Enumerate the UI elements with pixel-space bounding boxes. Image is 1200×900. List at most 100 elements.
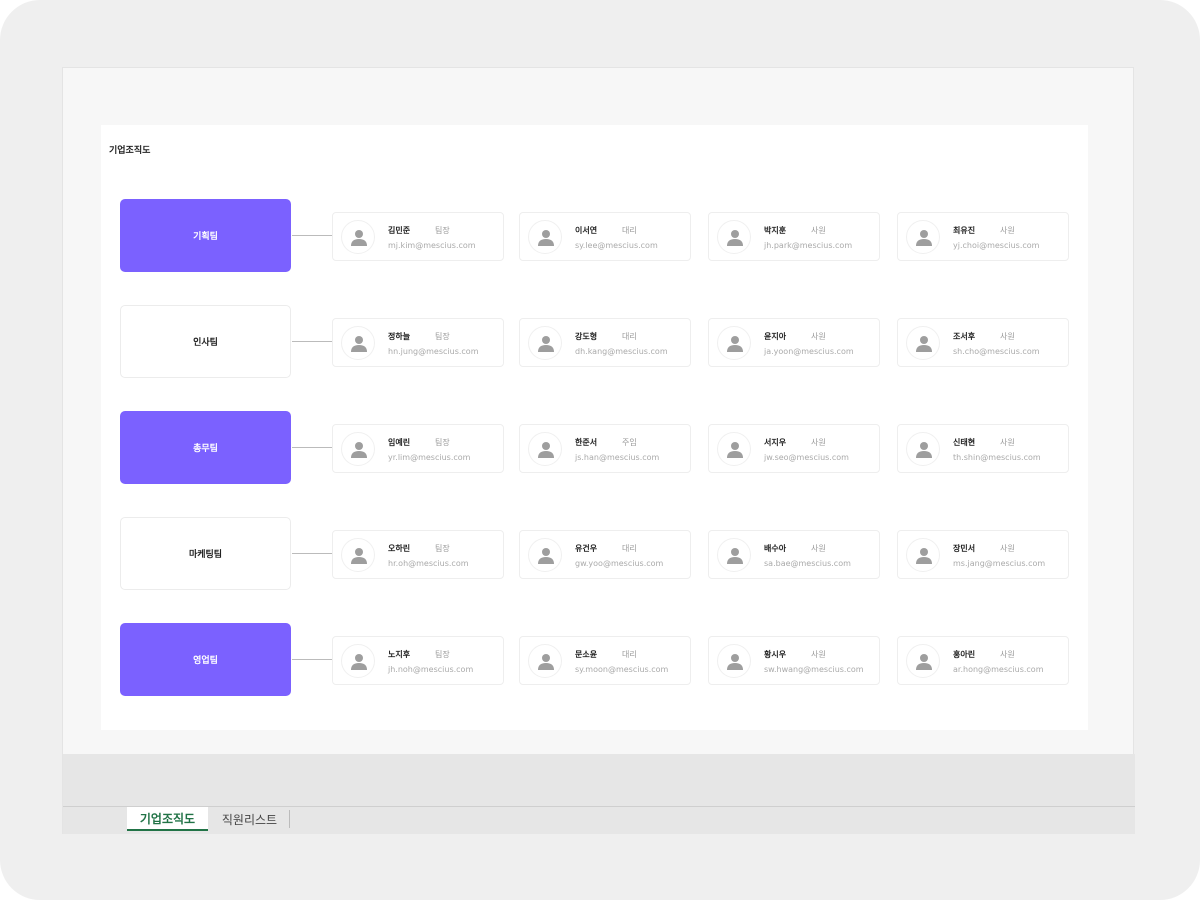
employee-card[interactable]: 문소윤 대리 sy.moon@mescius.com	[519, 636, 691, 685]
employee-card[interactable]: 임예린 팀장 yr.lim@mescius.com	[332, 424, 504, 473]
employee-name: 이서연	[575, 226, 598, 235]
avatar	[341, 326, 375, 360]
employee-email: hr.oh@mescius.com	[388, 559, 469, 568]
employee-card[interactable]: 이서연 대리 sy.lee@mescius.com	[519, 212, 691, 261]
employee-rank: 사원	[1000, 544, 1015, 553]
employee-name: 홍아린	[953, 650, 976, 659]
employee-rank: 대리	[622, 544, 637, 553]
connector-line	[292, 447, 332, 448]
employee-card[interactable]: 유건우 대리 gw.yoo@mescius.com	[519, 530, 691, 579]
employee-rank: 팀장	[435, 544, 450, 553]
avatar	[906, 326, 940, 360]
connector-line	[292, 341, 332, 342]
team-box[interactable]: 영업팀	[120, 623, 291, 696]
avatar	[528, 644, 562, 678]
avatar	[906, 432, 940, 466]
employee-email: th.shin@mescius.com	[953, 453, 1041, 462]
employee-name: 장민서	[953, 544, 976, 553]
employee-rank: 사원	[811, 332, 826, 341]
sheet-tab-org-chart[interactable]: 기업조직도	[127, 807, 208, 831]
employee-rank: 사원	[1000, 438, 1015, 447]
employee-rank: 사원	[1000, 650, 1015, 659]
employee-name: 최유진	[953, 226, 976, 235]
employee-rank: 사원	[1000, 226, 1015, 235]
employee-rank: 사원	[811, 226, 826, 235]
employee-rank: 팀장	[435, 226, 450, 235]
team-box[interactable]: 총무팀	[120, 411, 291, 484]
employee-email: jw.seo@mescius.com	[764, 453, 849, 462]
employee-email: sw.hwang@mescius.com	[764, 665, 864, 674]
employee-card[interactable]: 오하린 팀장 hr.oh@mescius.com	[332, 530, 504, 579]
chart-title: 기업조직도	[109, 146, 151, 156]
employee-email: yr.lim@mescius.com	[388, 453, 471, 462]
employee-rank: 대리	[622, 332, 637, 341]
employee-email: jh.noh@mescius.com	[388, 665, 474, 674]
employee-card[interactable]: 노지후 팀장 jh.noh@mescius.com	[332, 636, 504, 685]
employee-name: 윤지아	[764, 332, 787, 341]
avatar	[528, 432, 562, 466]
employee-email: sy.moon@mescius.com	[575, 665, 669, 674]
team-box[interactable]: 인사팀	[120, 305, 291, 378]
employee-email: js.han@mescius.com	[575, 453, 660, 462]
avatar	[906, 644, 940, 678]
employee-rank: 주임	[622, 438, 637, 447]
employee-name: 문소윤	[575, 650, 598, 659]
team-box[interactable]: 마케팅팀	[120, 517, 291, 590]
employee-name: 한준서	[575, 438, 598, 447]
employee-email: sh.cho@mescius.com	[953, 347, 1040, 356]
employee-card[interactable]: 강도형 대리 dh.kang@mescius.com	[519, 318, 691, 367]
employee-name: 임예린	[388, 438, 411, 447]
employee-name: 노지후	[388, 650, 411, 659]
avatar	[717, 326, 751, 360]
team-row: 영업팀 노지후 팀장 jh.noh@mescius.com 문소윤 대리 sy.moon@m…	[101, 623, 1088, 697]
employee-card[interactable]: 서지우 사원 jw.seo@mescius.com	[708, 424, 880, 473]
employee-card[interactable]: 윤지아 사원 ja.yoon@mescius.com	[708, 318, 880, 367]
employee-card[interactable]: 신태현 사원 th.shin@mescius.com	[897, 424, 1069, 473]
employee-card[interactable]: 배수아 사원 sa.bae@mescius.com	[708, 530, 880, 579]
avatar	[341, 644, 375, 678]
employee-email: sy.lee@mescius.com	[575, 241, 658, 250]
avatar	[341, 538, 375, 572]
employee-email: ms.jang@mescius.com	[953, 559, 1046, 568]
employee-rank: 사원	[1000, 332, 1015, 341]
employee-name: 강도형	[575, 332, 598, 341]
employee-card[interactable]: 황시우 사원 sw.hwang@mescius.com	[708, 636, 880, 685]
window-frame: 기업조직도 기획팀 김민준 팀장 mj.kim@mescius.com 이서연 대리 sy.…	[0, 0, 1200, 900]
employee-name: 배수아	[764, 544, 787, 553]
employee-card[interactable]: 최유진 사원 yj.choi@mescius.com	[897, 212, 1069, 261]
employee-rank: 팀장	[435, 438, 450, 447]
employee-card[interactable]: 장민서 사원 ms.jang@mescius.com	[897, 530, 1069, 579]
team-box[interactable]: 기획팀	[120, 199, 291, 272]
employee-name: 유건우	[575, 544, 598, 553]
employee-card[interactable]: 정하늘 팀장 hn.jung@mescius.com	[332, 318, 504, 367]
team-row: 마케팅팀 오하린 팀장 hr.oh@mescius.com 유건우 대리 gw.yoo@me…	[101, 517, 1088, 591]
avatar	[528, 220, 562, 254]
avatar	[528, 538, 562, 572]
sheet-tab-employee-list[interactable]: 직원리스트	[210, 810, 290, 828]
avatar	[341, 220, 375, 254]
avatar	[717, 220, 751, 254]
employee-card[interactable]: 홍아린 사원 ar.hong@mescius.com	[897, 636, 1069, 685]
employee-name: 김민준	[388, 226, 411, 235]
employee-email: jh.park@mescius.com	[764, 241, 853, 250]
connector-line	[292, 235, 332, 236]
avatar	[341, 432, 375, 466]
sheet-area	[63, 754, 1135, 806]
employee-rank: 대리	[622, 226, 637, 235]
employee-card[interactable]: 한준서 주임 js.han@mescius.com	[519, 424, 691, 473]
employee-name: 신태현	[953, 438, 976, 447]
employee-name: 서지우	[764, 438, 787, 447]
employee-name: 박지훈	[764, 226, 787, 235]
employee-rank: 팀장	[435, 650, 450, 659]
spreadsheet-window: 기업조직도 기획팀 김민준 팀장 mj.kim@mescius.com 이서연 대리 sy.…	[62, 67, 1135, 834]
avatar	[906, 220, 940, 254]
employee-email: yj.choi@mescius.com	[953, 241, 1040, 250]
employee-card[interactable]: 박지훈 사원 jh.park@mescius.com	[708, 212, 880, 261]
employee-email: dh.kang@mescius.com	[575, 347, 668, 356]
employee-email: ja.yoon@mescius.com	[764, 347, 854, 356]
employee-card[interactable]: 조서후 사원 sh.cho@mescius.com	[897, 318, 1069, 367]
employee-card[interactable]: 김민준 팀장 mj.kim@mescius.com	[332, 212, 504, 261]
team-row: 총무팀 임예린 팀장 yr.lim@mescius.com 한준서 주임 js.han@me…	[101, 411, 1088, 485]
employee-email: sa.bae@mescius.com	[764, 559, 851, 568]
connector-line	[292, 553, 332, 554]
